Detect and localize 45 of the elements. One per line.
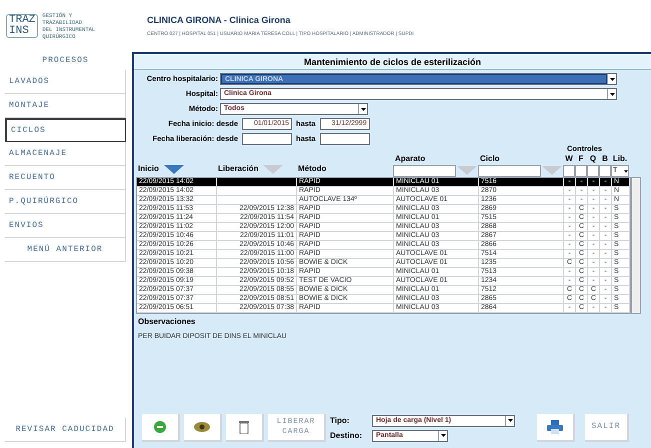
filter-field[interactable]: [393, 165, 456, 177]
delete-button[interactable]: [226, 414, 264, 442]
sort-arrow-icon[interactable]: [162, 162, 185, 176]
minus-circle-icon: [154, 421, 166, 433]
field-label: Destino:: [330, 430, 363, 442]
sidebar-item[interactable]: CICLOS: [5, 118, 126, 142]
sidebar-item[interactable]: RECUENTO: [5, 166, 126, 190]
column-header: F: [578, 153, 584, 165]
filter-field[interactable]: [599, 165, 611, 177]
panel-title: Mantenimiento de ciclos de esterilización: [134, 54, 651, 70]
date-field[interactable]: [242, 133, 292, 145]
eye-icon: [194, 422, 210, 432]
date-field[interactable]: [320, 133, 370, 145]
printer-icon: [547, 420, 563, 434]
dropdown-arrow-icon: [624, 170, 628, 172]
add-button[interactable]: [142, 414, 180, 442]
back-button[interactable]: MENÚ ANTERIOR: [5, 238, 126, 262]
scrollbar[interactable]: [631, 177, 641, 314]
trash-icon: [239, 420, 249, 434]
column-header: Aparato: [394, 153, 426, 165]
column-header: Ciclo: [479, 153, 501, 165]
logo: TRAZ INS: [6, 14, 38, 38]
sidebar-item[interactable]: ALMACENAJE: [5, 142, 126, 166]
field-label: Tipo:: [330, 414, 350, 426]
column-header: W: [565, 153, 573, 165]
print-button[interactable]: [537, 414, 575, 442]
column-header: Método: [297, 164, 326, 173]
column-header: Liberación: [217, 163, 258, 175]
column-header: Lib.: [612, 153, 628, 165]
sidebar-heading: PROCESOS: [41, 55, 90, 67]
filter-field[interactable]: [575, 165, 587, 177]
column-header: Q: [590, 153, 596, 165]
filter-field[interactable]: [478, 165, 541, 177]
filter-field[interactable]: [587, 165, 599, 177]
check-expiry-button[interactable]: REVISAR CADUCIDAD: [5, 418, 126, 442]
column-header: Inicio: [137, 163, 159, 175]
sidebar-item[interactable]: P.QUIRÚRGICO: [5, 190, 126, 214]
header-title: CLINICA GIRONA - Clinica Girona: [147, 14, 292, 27]
view-button[interactable]: [184, 414, 222, 442]
column-header: B: [602, 153, 608, 165]
notes-label: Observaciones: [137, 316, 196, 328]
sidebar-item[interactable]: LAVADOS: [5, 70, 126, 94]
sidebar-item[interactable]: ENVIOS: [5, 214, 126, 238]
filter-field[interactable]: [563, 165, 575, 177]
sidebar-item[interactable]: MONTAJE: [5, 94, 126, 118]
